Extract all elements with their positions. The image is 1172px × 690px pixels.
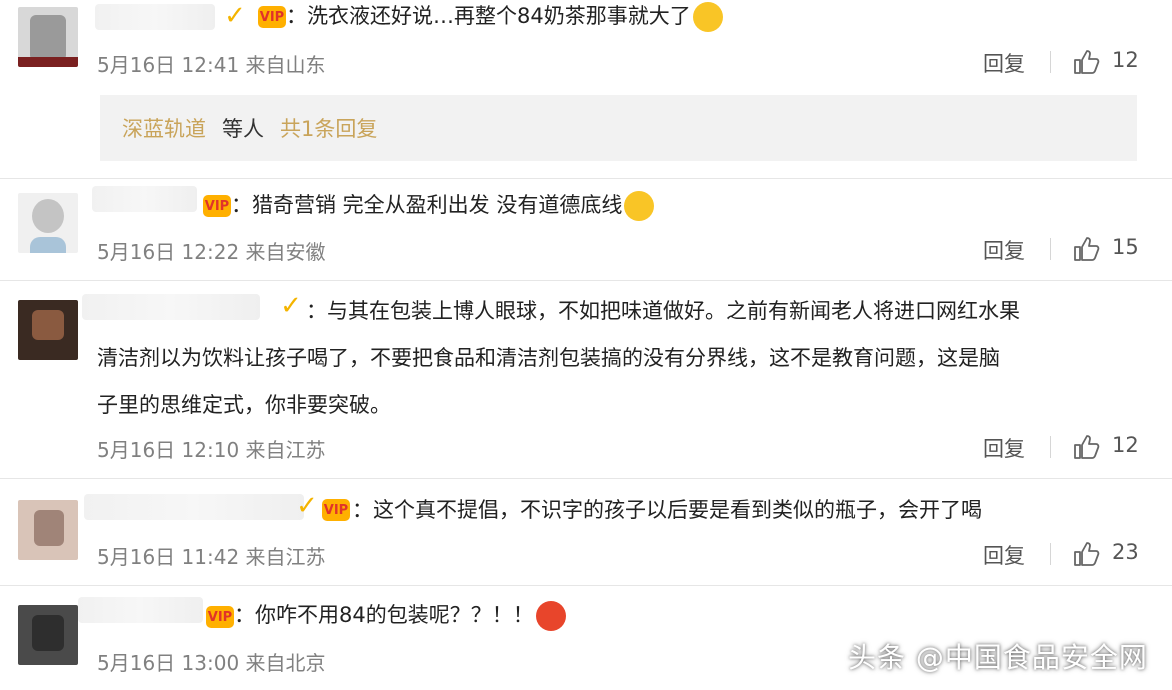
- divider: [1050, 543, 1051, 565]
- reply-button[interactable]: 回复: [983, 540, 1025, 570]
- subreply-summary[interactable]: 深蓝轨道 等人 共1条回复: [100, 95, 1137, 161]
- vip-badge-icon: VIP: [258, 6, 286, 28]
- username[interactable]: [78, 597, 203, 623]
- subreply-count-link[interactable]: 共1条回复: [280, 113, 377, 143]
- username[interactable]: [92, 186, 197, 212]
- username[interactable]: [84, 494, 304, 520]
- comment-meta: 5月16日 11:42 来自江苏: [97, 545, 326, 569]
- avatar[interactable]: [18, 500, 78, 560]
- like-count: 15: [1112, 235, 1139, 259]
- like-count: 12: [1112, 48, 1139, 72]
- subreply-user-link[interactable]: 深蓝轨道: [122, 113, 206, 143]
- comment-text: ：你咋不用84的包装呢？？！！: [234, 600, 566, 631]
- vip-badge-icon: VIP: [203, 195, 231, 217]
- comment-meta: 5月16日 12:41 来自山东: [97, 53, 326, 77]
- verified-badge-icon: ✓: [224, 1, 246, 31]
- vip-badge-icon: VIP: [206, 606, 234, 628]
- username[interactable]: [82, 294, 260, 320]
- avatar[interactable]: [18, 300, 78, 360]
- comment-text-line: 子里的思维定式，你非要突破。: [97, 393, 391, 417]
- comment-text-line: ：与其在包装上博人眼球，不如把味道做好。之前有新闻老人将进口网红水果: [306, 299, 1020, 323]
- divider: [0, 585, 1172, 586]
- comment-meta: 5月16日 13:00 来自北京: [97, 651, 326, 675]
- emoji-icon: [535, 601, 566, 631]
- comment-text: ：这个真不提倡，不识字的孩子以后要是看到类似的瓶子，会开了喝: [352, 498, 982, 522]
- divider: [0, 178, 1172, 179]
- comment-text: ：洗衣液还好说…再整个84奶茶那事就大了: [286, 1, 723, 32]
- divider: [1050, 436, 1051, 458]
- avatar[interactable]: [18, 7, 78, 67]
- comment-text: ：猎奇营销 完全从盈利出发 没有道德底线: [231, 190, 655, 221]
- reply-button[interactable]: 回复: [983, 433, 1025, 463]
- verified-badge-icon: ✓: [296, 491, 318, 521]
- vip-badge-icon: VIP: [322, 499, 350, 521]
- thumbs-up-icon[interactable]: [1072, 48, 1100, 76]
- subreply-middle: 等人: [222, 117, 264, 141]
- divider: [0, 478, 1172, 479]
- avatar[interactable]: [18, 605, 78, 665]
- thumbs-up-icon[interactable]: [1072, 540, 1100, 568]
- divider: [0, 280, 1172, 281]
- username[interactable]: [95, 4, 215, 30]
- watermark: 头条 @中国食品安全网: [848, 641, 1148, 674]
- comment-meta: 5月16日 12:22 来自安徽: [97, 240, 326, 264]
- divider: [1050, 51, 1051, 73]
- reply-button[interactable]: 回复: [983, 235, 1025, 265]
- emoji-icon: [692, 2, 723, 32]
- reply-button[interactable]: 回复: [983, 48, 1025, 78]
- like-count: 12: [1112, 433, 1139, 457]
- comment-text-line: 清洁剂以为饮料让孩子喝了，不要把食品和清洁剂包装搞的没有分界线，这不是教育问题，…: [97, 346, 1000, 370]
- emoji-icon: [624, 191, 655, 221]
- comment-meta: 5月16日 12:10 来自江苏: [97, 438, 326, 462]
- verified-badge-icon: ✓: [280, 291, 302, 321]
- avatar[interactable]: [18, 193, 78, 253]
- thumbs-up-icon[interactable]: [1072, 235, 1100, 263]
- divider: [1050, 238, 1051, 260]
- thumbs-up-icon[interactable]: [1072, 433, 1100, 461]
- like-count: 23: [1112, 540, 1139, 564]
